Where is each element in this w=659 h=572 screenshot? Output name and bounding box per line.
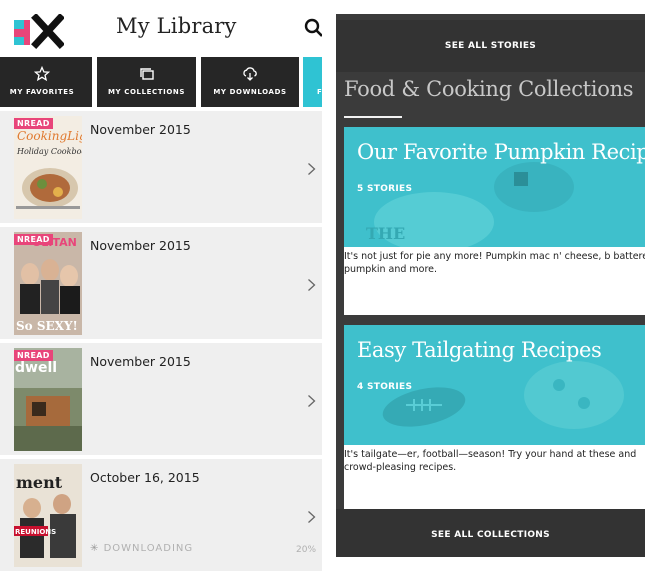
tab-partial[interactable]: F bbox=[303, 57, 322, 107]
tab-my-downloads[interactable]: MY DOWNLOADS bbox=[201, 57, 299, 107]
tab-my-collections[interactable]: MY COLLECTIONS bbox=[97, 57, 196, 107]
tab-label: MY COLLECTIONS bbox=[107, 88, 186, 96]
download-label: DOWNLOADING bbox=[103, 543, 194, 554]
issue-date: November 2015 bbox=[90, 122, 191, 137]
chevron-right-icon bbox=[308, 511, 316, 523]
tab-label: F bbox=[317, 88, 322, 96]
list-item[interactable]: ment REUNIONS October 16, 2015 bbox=[0, 459, 322, 571]
collection-image: Easy Tailgating Recipes 4 STORIES bbox=[344, 325, 645, 445]
app-logo-icon[interactable] bbox=[14, 14, 64, 50]
library-panel: My Library MY FAVORITES MY COLLECTIONS M… bbox=[0, 0, 322, 572]
list-item[interactable]: dwell NREAD November 2015 bbox=[0, 343, 322, 455]
story-count: 4 STORIES bbox=[357, 382, 413, 392]
issue-date: November 2015 bbox=[90, 238, 191, 253]
collection-card[interactable]: Easy Tailgating Recipes 4 STORIES It's t… bbox=[344, 325, 645, 513]
issue-date: October 16, 2015 bbox=[90, 470, 200, 485]
section-title: Food & Cooking Collections bbox=[344, 77, 634, 101]
magazine-cover: dwell NREAD bbox=[14, 348, 82, 451]
list-item[interactable]: OLITAN So SEXY! NREAD November 2015 bbox=[0, 227, 322, 339]
svg-text:THE: THE bbox=[366, 224, 405, 243]
see-all-stories-button[interactable]: SEE ALL STORIES bbox=[336, 20, 645, 72]
unread-badge: NREAD bbox=[14, 350, 53, 361]
svg-text:REUNIONS: REUNIONS bbox=[15, 528, 56, 536]
svg-text:CookingLight: CookingLight bbox=[17, 129, 82, 143]
collection-description: It's tailgate—er, football—season! Try y… bbox=[344, 449, 637, 473]
stories-panel: SEE ALL STORIES Food & Cooking Collectio… bbox=[336, 14, 645, 557]
page-title: My Library bbox=[116, 14, 237, 38]
tab-label: MY FAVORITES bbox=[9, 88, 75, 96]
cloud-download-icon bbox=[243, 67, 257, 81]
magazine-cover: CookingLight Holiday Cookbook NREAD bbox=[14, 116, 82, 219]
library-header: My Library bbox=[0, 0, 322, 52]
download-percent: 20% bbox=[296, 545, 317, 555]
download-status: ✳ DOWNLOADING bbox=[90, 543, 193, 554]
magazine-cover: OLITAN So SEXY! NREAD bbox=[14, 232, 82, 335]
star-icon bbox=[34, 66, 50, 82]
spinner-icon: ✳ bbox=[90, 543, 100, 554]
chevron-right-icon bbox=[308, 163, 316, 175]
collection-description: It's not just for pie any more! Pumpkin … bbox=[344, 251, 645, 275]
collections-icon bbox=[139, 68, 154, 80]
svg-text:So SEXY!: So SEXY! bbox=[16, 319, 78, 333]
collection-card[interactable]: THE Our Favorite Pumpkin Recipe 5 STORIE… bbox=[344, 127, 645, 315]
story-count: 5 STORIES bbox=[357, 184, 413, 194]
svg-text:ment: ment bbox=[16, 473, 63, 492]
collection-image: THE Our Favorite Pumpkin Recipe 5 STORIE… bbox=[344, 127, 645, 247]
list-item[interactable]: CookingLight Holiday Cookbook NREAD Nove… bbox=[0, 111, 322, 223]
magazine-cover: ment REUNIONS bbox=[14, 464, 82, 567]
see-all-collections-button[interactable]: SEE ALL COLLECTIONS bbox=[336, 509, 645, 557]
collection-title: Our Favorite Pumpkin Recipe bbox=[357, 140, 645, 164]
svg-text:Holiday Cookbook: Holiday Cookbook bbox=[16, 147, 82, 156]
section-divider bbox=[344, 116, 402, 118]
collection-title: Easy Tailgating Recipes bbox=[357, 338, 602, 362]
unread-badge: NREAD bbox=[14, 118, 53, 129]
library-tabs: MY FAVORITES MY COLLECTIONS MY DOWNLOADS… bbox=[0, 57, 322, 107]
issue-date: November 2015 bbox=[90, 354, 191, 369]
svg-text:dwell: dwell bbox=[15, 360, 57, 376]
chevron-right-icon bbox=[308, 279, 316, 291]
tab-my-favorites[interactable]: MY FAVORITES bbox=[0, 57, 92, 107]
tab-label: MY DOWNLOADS bbox=[213, 88, 287, 96]
search-icon[interactable] bbox=[304, 18, 322, 38]
unread-badge: NREAD bbox=[14, 234, 53, 245]
chevron-right-icon bbox=[308, 395, 316, 407]
